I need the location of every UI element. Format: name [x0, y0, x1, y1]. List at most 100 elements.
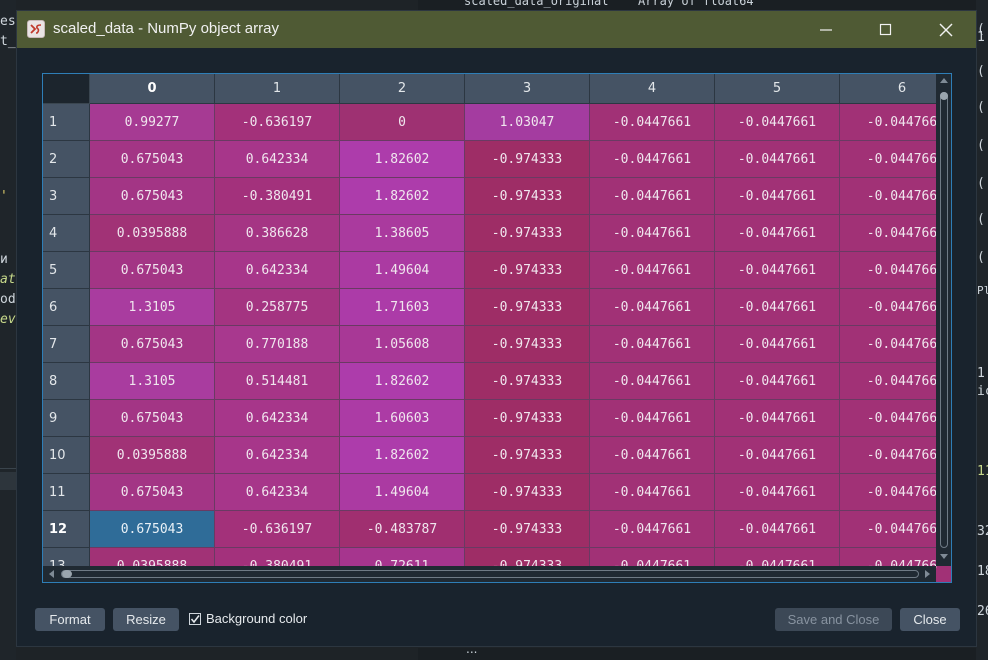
table-cell[interactable]: -0.974333: [465, 437, 590, 474]
maximize-button[interactable]: [863, 11, 909, 48]
row-header-5[interactable]: 5: [43, 252, 90, 289]
table-cell[interactable]: -0.0447661: [590, 215, 715, 252]
table-cell[interactable]: -0.0447661: [590, 104, 715, 141]
table-cell[interactable]: -0.0447661: [590, 178, 715, 215]
table-cell[interactable]: 0.642334: [215, 400, 340, 437]
table-cell[interactable]: 1.03047: [465, 104, 590, 141]
table-cell[interactable]: -0.0447661: [590, 474, 715, 511]
vertical-scrollbar[interactable]: [936, 74, 951, 566]
table-cell[interactable]: 0.386628: [215, 215, 340, 252]
column-header-5[interactable]: 5: [715, 74, 840, 104]
table-cell[interactable]: 1.49604: [340, 252, 465, 289]
table-cell[interactable]: -0.636197: [215, 511, 340, 548]
array-table[interactable]: 0 1 2 3 4 5 6 1 0.99277 -0.636197 0 1.03047 -0.04476…: [42, 73, 952, 583]
table-cell[interactable]: 1.82602: [340, 178, 465, 215]
table-cell[interactable]: 0.642334: [215, 437, 340, 474]
scroll-down-icon[interactable]: [940, 554, 948, 559]
table-cell[interactable]: -0.0447661: [715, 178, 840, 215]
row-header-10[interactable]: 10: [43, 437, 90, 474]
table-cell[interactable]: 1.38605: [340, 215, 465, 252]
row-header-1[interactable]: 1: [43, 104, 90, 141]
row-header-9[interactable]: 9: [43, 400, 90, 437]
table-cell[interactable]: 0.0395888: [90, 437, 215, 474]
table-cell[interactable]: -0.0447661: [715, 511, 840, 548]
table-cell[interactable]: -0.0447661: [715, 400, 840, 437]
table-cell[interactable]: 1.82602: [340, 363, 465, 400]
table-cell[interactable]: -0.0447661: [715, 104, 840, 141]
scroll-left-icon[interactable]: [49, 570, 54, 578]
horizontal-scroll-thumb[interactable]: [62, 570, 72, 578]
column-header-3[interactable]: 3: [465, 74, 590, 104]
table-cell[interactable]: 0.675043: [90, 511, 215, 548]
table-cell[interactable]: -0.974333: [465, 141, 590, 178]
table-cell[interactable]: 1.82602: [340, 437, 465, 474]
table-cell[interactable]: -0.0447661: [590, 363, 715, 400]
table-cell[interactable]: 0.258775: [215, 289, 340, 326]
table-cell[interactable]: -0.0447661: [590, 289, 715, 326]
table-cell[interactable]: -0.0447661: [590, 141, 715, 178]
table-cell[interactable]: -0.0447661: [590, 326, 715, 363]
table-cell[interactable]: 1.71603: [340, 289, 465, 326]
table-cell[interactable]: 1.49604: [340, 474, 465, 511]
save-and-close-button[interactable]: Save and Close: [775, 608, 892, 631]
table-cell[interactable]: 1.82602: [340, 141, 465, 178]
table-cell[interactable]: 0.642334: [215, 474, 340, 511]
table-cell[interactable]: -0.0447661: [590, 400, 715, 437]
table-cell[interactable]: -0.0447661: [715, 252, 840, 289]
table-cell[interactable]: -0.974333: [465, 215, 590, 252]
row-header-3[interactable]: 3: [43, 178, 90, 215]
table-cell[interactable]: 0.675043: [90, 178, 215, 215]
table-cell[interactable]: 0.99277: [90, 104, 215, 141]
background-color-checkbox[interactable]: [189, 612, 201, 625]
table-cell[interactable]: 0.514481: [215, 363, 340, 400]
table-cell[interactable]: 0.675043: [90, 141, 215, 178]
background-color-toggle[interactable]: Background color: [189, 611, 307, 626]
table-cell[interactable]: -0.0447661: [715, 474, 840, 511]
table-cell[interactable]: 0.642334: [215, 252, 340, 289]
table-cell[interactable]: -0.380491: [215, 178, 340, 215]
column-header-0[interactable]: 0: [90, 74, 215, 104]
row-header-12[interactable]: 12: [43, 511, 90, 548]
table-cell[interactable]: 0.675043: [90, 400, 215, 437]
close-window-button[interactable]: [923, 11, 969, 48]
table-cell[interactable]: 0.0395888: [90, 215, 215, 252]
table-cell[interactable]: -0.974333: [465, 474, 590, 511]
table-cell[interactable]: -0.483787: [340, 511, 465, 548]
table-cell[interactable]: 1.3105: [90, 289, 215, 326]
table-cell[interactable]: -0.0447661: [715, 437, 840, 474]
table-cell[interactable]: -0.974333: [465, 252, 590, 289]
column-header-2[interactable]: 2: [340, 74, 465, 104]
table-cell[interactable]: -0.0447661: [590, 252, 715, 289]
column-header-1[interactable]: 1: [215, 74, 340, 104]
table-cell[interactable]: 1.05608: [340, 326, 465, 363]
scroll-right-icon[interactable]: [925, 570, 930, 578]
table-cell[interactable]: 0.675043: [90, 252, 215, 289]
row-header-4[interactable]: 4: [43, 215, 90, 252]
table-cell[interactable]: -0.636197: [215, 104, 340, 141]
table-cell[interactable]: -0.974333: [465, 400, 590, 437]
row-header-11[interactable]: 11: [43, 474, 90, 511]
table-cell[interactable]: -0.0447661: [715, 363, 840, 400]
format-button[interactable]: Format: [35, 608, 105, 631]
close-button[interactable]: Close: [900, 608, 960, 631]
table-cell[interactable]: 0.675043: [90, 326, 215, 363]
table-cell[interactable]: -0.974333: [465, 511, 590, 548]
minimize-button[interactable]: [803, 11, 849, 48]
table-cell[interactable]: -0.0447661: [590, 511, 715, 548]
table-cell[interactable]: 1.3105: [90, 363, 215, 400]
table-cell[interactable]: -0.974333: [465, 326, 590, 363]
horizontal-scrollbar[interactable]: [43, 566, 936, 582]
table-cell[interactable]: -0.974333: [465, 289, 590, 326]
table-cell[interactable]: 0.770188: [215, 326, 340, 363]
table-corner[interactable]: [43, 74, 90, 104]
table-cell[interactable]: -0.0447661: [715, 141, 840, 178]
vertical-scroll-thumb[interactable]: [940, 92, 948, 100]
row-header-2[interactable]: 2: [43, 141, 90, 178]
row-header-8[interactable]: 8: [43, 363, 90, 400]
table-cell[interactable]: -0.0447661: [715, 326, 840, 363]
row-header-7[interactable]: 7: [43, 326, 90, 363]
table-cell[interactable]: 0.642334: [215, 141, 340, 178]
table-cell[interactable]: -0.0447661: [590, 437, 715, 474]
row-header-6[interactable]: 6: [43, 289, 90, 326]
table-cell[interactable]: 0.675043: [90, 474, 215, 511]
